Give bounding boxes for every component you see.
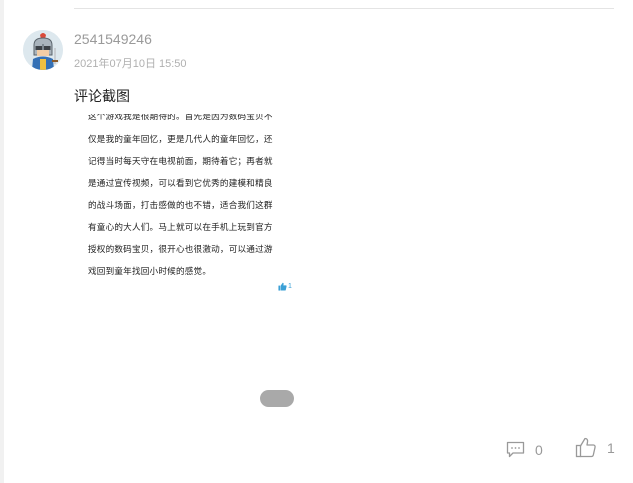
user-avatar[interactable] bbox=[23, 30, 63, 70]
comment-button[interactable]: 0 bbox=[506, 441, 543, 458]
like-button[interactable]: 1 bbox=[575, 437, 615, 458]
thumbs-up-icon bbox=[278, 282, 287, 291]
review-like-count: 1 bbox=[288, 283, 292, 290]
review-like: 1 bbox=[278, 282, 292, 291]
post-timestamp: 2021年07月10日 15:50 bbox=[74, 58, 187, 70]
like-count: 1 bbox=[607, 439, 615, 456]
review-line: 授权的数码宝贝，很开心也很激动，可以通过游 bbox=[88, 244, 273, 254]
top-divider bbox=[74, 8, 614, 9]
review-line: 这个游戏我是很期待的。首先是因为数码宝贝不 bbox=[88, 114, 273, 121]
post-title: 评论截图 bbox=[74, 88, 130, 104]
review-line: 仅是我的童年回忆，更是几代人的童年回忆，还 bbox=[88, 134, 273, 144]
review-line: 戏回到童年找回小时候的感觉。 bbox=[88, 266, 212, 276]
review-line: 是通过宣传视频，可以看到它优秀的建模和精良 bbox=[88, 178, 273, 188]
comment-count: 0 bbox=[535, 441, 543, 458]
review-line: 的战斗场面，打击感做的也不错，适合我们这群 bbox=[88, 200, 273, 210]
username[interactable]: 2541549246 bbox=[74, 31, 152, 47]
left-edge-strip bbox=[0, 0, 4, 483]
knight-avatar-icon bbox=[23, 30, 63, 70]
comment-icon bbox=[506, 441, 525, 458]
image-pager-indicator[interactable] bbox=[260, 390, 294, 407]
review-line: 记得当时每天守在电视前面，期待着它；再者就 bbox=[88, 156, 273, 166]
review-screenshot-image[interactable]: 这个游戏我是很期待的。首先是因为数码宝贝不 仅是我的童年回忆，更是几代人的童年回… bbox=[80, 114, 300, 300]
thumbs-up-icon bbox=[575, 437, 596, 458]
review-line: 有童心的大人们。马上就可以在手机上玩到官方 bbox=[88, 222, 273, 232]
